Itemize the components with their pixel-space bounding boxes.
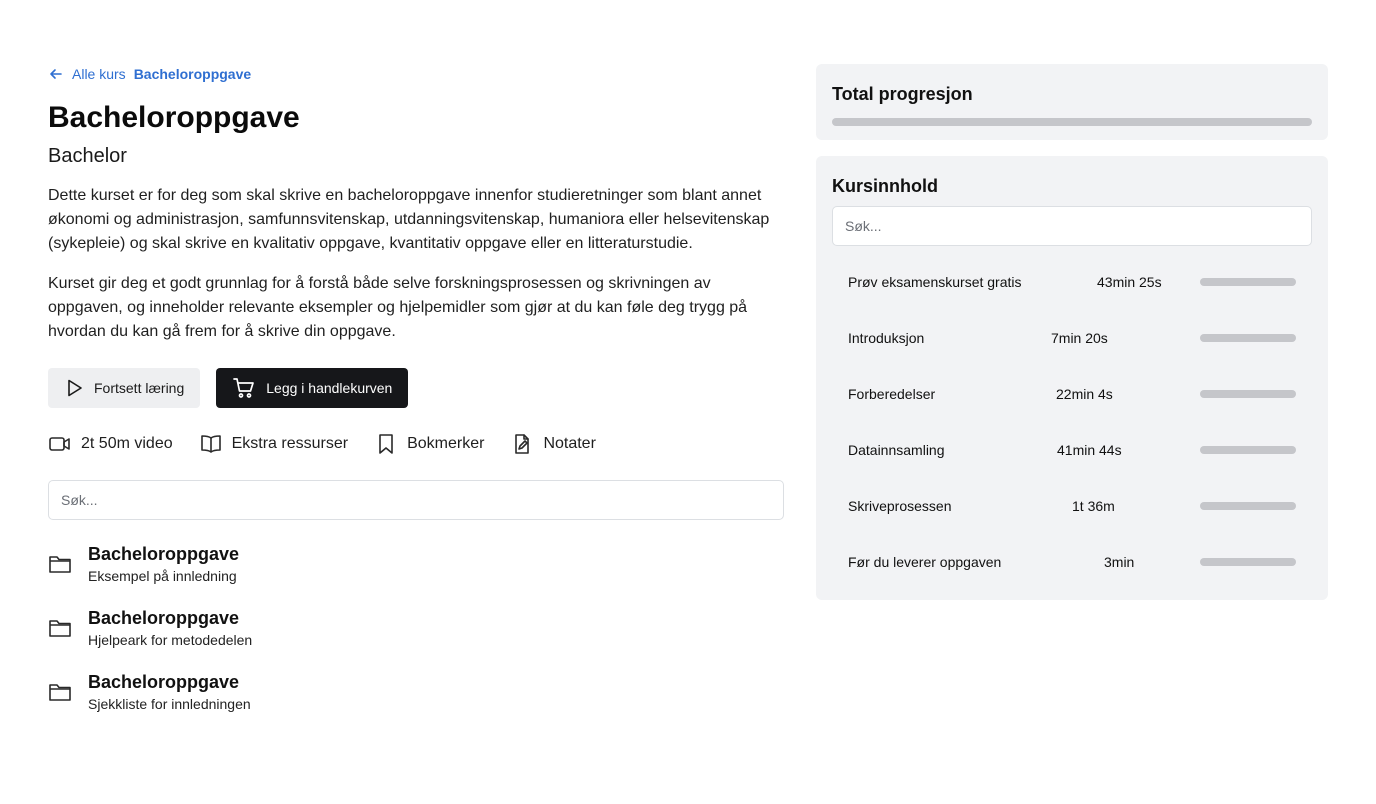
total-progress-title: Total progresjon — [832, 84, 973, 104]
module-row[interactable]: Før du leverer oppgaven 3min — [832, 534, 1312, 590]
course-description: Dette kurset er for deg som skal skrive … — [48, 184, 784, 344]
resource-list: Bacheloroppgave Eksempel på innledning B… — [48, 540, 784, 716]
video-meta[interactable]: 2t 50m video — [48, 432, 173, 456]
resource-search-input[interactable] — [48, 480, 784, 520]
module-row[interactable]: Prøv eksamenskurset gratis 43min 25s — [832, 254, 1312, 310]
resource-subtitle: Hjelpeark for metodedelen — [88, 632, 253, 648]
course-meta: 2t 50m video Ekstra ressurser Bokmerker — [48, 428, 784, 460]
resource-title: Bacheloroppgave — [88, 608, 240, 628]
course-level: Bachelor — [48, 145, 127, 167]
module-row[interactable]: Introduksjon 7min 20s — [832, 310, 1312, 366]
description-paragraph: Kurset gir deg et godt grunnlag for å fo… — [48, 275, 748, 340]
folder-icon — [49, 620, 71, 637]
play-icon — [68, 379, 82, 397]
resource-title: Bacheloroppgave — [88, 672, 240, 692]
course-content-card: Kursinnhold Prøv eksamenskurset gratis 4… — [816, 156, 1328, 600]
course-page: Alle kurs Bacheloroppgave Bacheloroppgav… — [0, 0, 1376, 804]
module-duration: 43min 25s — [1097, 274, 1162, 290]
book-open-icon — [200, 435, 221, 453]
module-progress-bar — [1200, 334, 1296, 342]
cart-icon — [233, 378, 255, 398]
module-name: Før du leverer oppgaven — [848, 554, 1002, 570]
list-item[interactable]: Bacheloroppgave Sjekkliste for innlednin… — [48, 668, 784, 716]
module-progress-bar — [1200, 390, 1296, 398]
breadcrumb-all-courses-link[interactable]: Alle kurs — [72, 66, 126, 82]
module-duration: 22min 4s — [1056, 386, 1113, 402]
note-edit-icon — [515, 434, 530, 454]
module-duration: 41min 44s — [1057, 442, 1122, 458]
video-meta-label: 2t 50m video — [81, 435, 173, 452]
module-name: Introduksjon — [848, 330, 925, 346]
total-progress-bar — [832, 118, 1312, 126]
module-progress-bar — [1200, 278, 1296, 286]
continue-learning-button[interactable]: Fortsett læring — [48, 368, 201, 408]
description-paragraph: Dette kurset er for deg som skal skrive … — [48, 187, 770, 252]
resource-title: Bacheloroppgave — [88, 544, 240, 564]
list-item[interactable]: Bacheloroppgave Hjelpeark for metodedele… — [48, 604, 784, 652]
module-name: Skriveprosessen — [848, 498, 952, 514]
video-camera-icon — [49, 437, 70, 451]
bookmarks-label: Bokmerker — [407, 435, 485, 452]
module-row[interactable]: Forberedelser 22min 4s — [832, 366, 1312, 422]
course-content-title: Kursinnhold — [832, 176, 938, 196]
module-row[interactable]: Datainnsamling 41min 44s — [832, 422, 1312, 478]
breadcrumb: Alle kurs Bacheloroppgave — [48, 62, 784, 86]
course-actions: Fortsett læring Legg i handlekurven — [48, 368, 784, 408]
module-row[interactable]: Skriveprosessen 1t 36m — [832, 478, 1312, 534]
continue-learning-label: Fortsett læring — [94, 380, 185, 396]
extra-resources-label: Ekstra ressurser — [231, 435, 349, 452]
extra-resources-meta[interactable]: Ekstra ressurser — [199, 432, 348, 456]
add-to-cart-button[interactable]: Legg i handlekurven — [216, 368, 409, 408]
module-name: Datainnsamling — [848, 442, 945, 458]
list-item[interactable]: Bacheloroppgave Eksempel på innledning — [48, 540, 784, 588]
bookmarks-meta[interactable]: Bokmerker — [374, 432, 484, 456]
module-progress-bar — [1200, 558, 1296, 566]
arrow-left-icon[interactable] — [48, 66, 64, 82]
total-progress-card: Total progresjon — [816, 64, 1328, 140]
course-main: Alle kurs Bacheloroppgave Bacheloroppgav… — [48, 62, 784, 716]
module-name: Prøv eksamenskurset gratis — [848, 274, 1022, 290]
resource-subtitle: Eksempel på innledning — [88, 568, 237, 584]
module-list: Prøv eksamenskurset gratis 43min 25s Int… — [832, 254, 1312, 590]
bookmark-icon — [379, 434, 393, 454]
module-search-input[interactable] — [832, 206, 1312, 246]
module-duration: 3min — [1104, 554, 1135, 570]
module-progress-bar — [1200, 502, 1296, 510]
add-to-cart-label: Legg i handlekurven — [266, 380, 393, 396]
breadcrumb-current[interactable]: Bacheloroppgave — [134, 66, 251, 82]
notes-label: Notater — [543, 435, 596, 452]
module-name: Forberedelser — [848, 386, 936, 402]
module-duration: 1t 36m — [1072, 498, 1115, 514]
notes-meta[interactable]: Notater — [510, 432, 596, 456]
module-progress-bar — [1200, 446, 1296, 454]
page-title: Bacheloroppgave — [48, 101, 300, 134]
module-duration: 7min 20s — [1051, 330, 1108, 346]
folder-icon — [49, 684, 71, 701]
resource-subtitle: Sjekkliste for innledningen — [88, 696, 251, 712]
folder-icon — [49, 556, 71, 573]
